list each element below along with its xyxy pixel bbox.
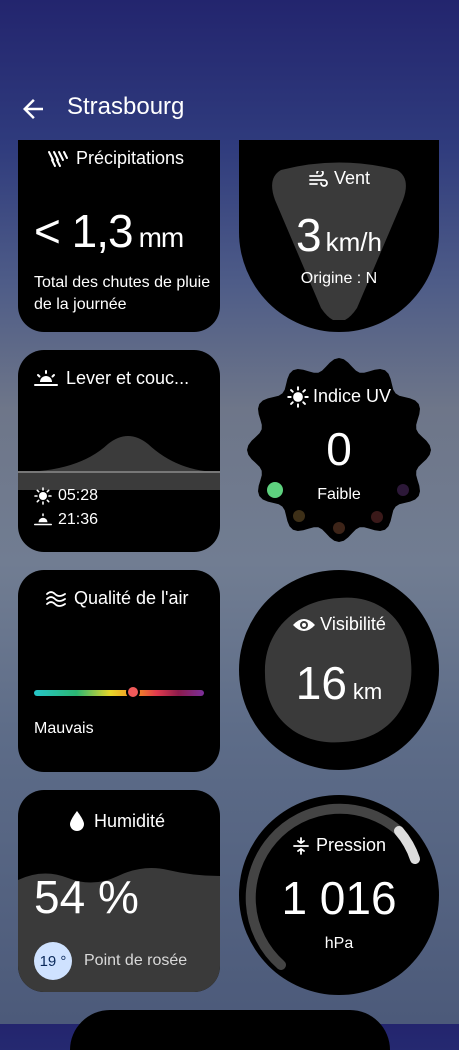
dew-point-label: Point de rosée [84,952,188,969]
pressure-value: 1 016 [281,872,397,924]
uv-index-card[interactable]: Indice UV 0 Faible [239,350,439,550]
precipitation-description: Total des chutes de pluie de la journée [34,274,211,313]
pressure-header: Pression [239,835,439,856]
precipitation-label: Précipitations [76,148,185,168]
humidity-label: Humidité [94,810,166,831]
page-title: Strasbourg [67,93,185,120]
pressure-unit: hPa [324,935,354,952]
air-quality-header: Qualité de l'air [46,588,189,609]
sunset-time: 21:36 [58,511,99,528]
air-quality-level: Mauvais [34,720,94,737]
pressure-card[interactable]: Pression 1 016 hPa [239,795,439,995]
back-arrow-icon[interactable] [18,94,48,124]
dew-point-badge: 19 ° [34,942,72,980]
uv-label: Indice UV [312,386,392,406]
wind-label: Vent [333,168,371,188]
wind-origin: Origine : N [300,270,378,287]
air-quality-scale [34,690,204,696]
wind-icon [309,169,328,188]
visibility-value-row: 16 km [239,656,439,710]
dew-point-row: 19 ° Point de rosée [34,942,187,980]
sunrise-row: 05:28 [34,484,98,508]
uv-value: 0 [326,423,352,475]
sun-icon [287,386,309,409]
air-quality-label: Qualité de l'air [74,588,189,608]
air-quality-card[interactable]: Qualité de l'air Mauvais [18,570,220,772]
precipitation-card[interactable]: Précipitations < 1,3 mm Total des chutes … [18,140,220,332]
water-drop-icon [70,811,84,831]
air-waves-icon [46,590,66,607]
eye-icon [293,619,316,632]
sunset-icon [34,513,52,526]
precipitation-value-row: < 1,3 mm [34,204,185,258]
visibility-card[interactable]: Visibilité 16 km [239,570,439,770]
uv-level: Faible [317,486,361,503]
wind-unit: km/h [325,227,382,257]
precipitation-unit: mm [138,222,185,253]
visibility-value: 16 [295,657,347,709]
pressure-icon [293,837,309,856]
precipitation-header: Précipitations [46,148,184,169]
air-quality-marker [125,685,140,699]
precipitation-value: < 1,3 [34,205,134,257]
visibility-unit: km [352,679,383,704]
sun-times: 05:28 21:36 [34,484,98,532]
sunrise-sunset-card[interactable]: Lever et couc... 05:28 21:36 [18,350,220,552]
sun-icon [34,487,52,505]
sunrise-icon [34,369,58,386]
humidity-value: 54 % [34,871,139,923]
wind-value: 3 [296,209,322,261]
app-header: Strasbourg [0,80,459,140]
next-card-peek [70,1010,390,1050]
wind-card[interactable]: Vent 3 km/h Origine : N [239,140,439,332]
wind-value-row: 3 km/h [239,208,439,262]
visibility-header: Visibilité [239,614,439,635]
sunrise-time: 05:28 [58,487,99,504]
humidity-header: Humidité [68,810,165,832]
sunrise-label: Lever et couc... [66,368,190,388]
sunset-row: 21:36 [34,508,98,532]
humidity-card[interactable]: Humidité 54 % 19 ° Point de rosée [18,790,220,992]
sunrise-header: Lever et couc... [34,368,189,389]
uv-header: Indice UV [239,386,439,409]
pressure-label: Pression [315,835,387,855]
rain-icon [48,150,68,167]
visibility-label: Visibilité [320,614,386,634]
wind-header: Vent [239,168,439,189]
sun-arc-graph [18,436,220,490]
